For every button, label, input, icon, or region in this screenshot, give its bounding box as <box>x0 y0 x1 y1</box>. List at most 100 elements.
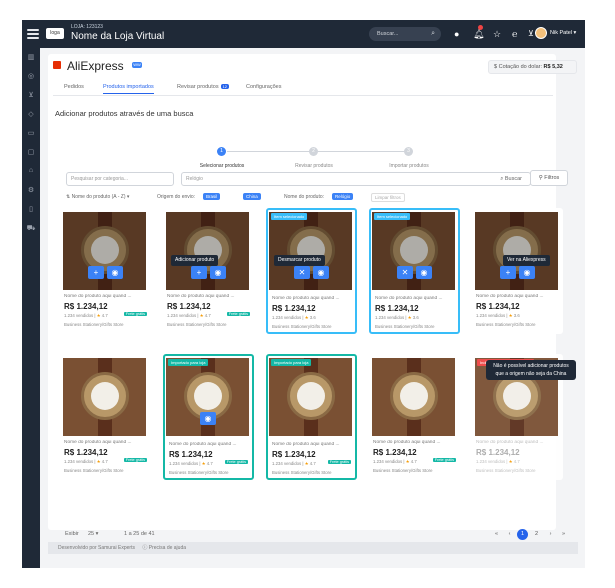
step-1-dot: 1 <box>217 147 226 156</box>
folder-icon[interactable]: ▭ <box>26 129 36 137</box>
product-name: Nome do produto aqui quand ... <box>476 440 544 445</box>
step-1-label: Selecionar produtos <box>199 163 245 169</box>
cart-icon[interactable]: ⊻ <box>26 91 36 99</box>
tab-pedidos[interactable]: Pedidos <box>64 84 84 90</box>
chip-relogio[interactable]: Relógio <box>332 193 354 200</box>
star-icon: ★ <box>407 315 412 320</box>
product-card[interactable]: + ◉ Adicionar produto Nome do produto aqui … <box>163 208 254 334</box>
tab-produtos-importados[interactable]: Produtos importados <box>103 84 154 94</box>
footer-dev: Desenvolvido por Samurai Experts <box>58 545 135 551</box>
status-icon[interactable]: ● <box>454 27 459 41</box>
avatar[interactable] <box>535 27 547 39</box>
seller-name: Business Stationery/Gifts Store <box>373 468 433 473</box>
star-icon: ★ <box>96 459 101 464</box>
product-image <box>63 358 146 436</box>
status-flag: Importado para loja <box>168 359 209 366</box>
product-search-input[interactable]: Relógio ⌕ Buscar <box>181 172 531 186</box>
tab-count: 12 <box>220 84 230 89</box>
home-icon[interactable]: ⌂ <box>26 167 36 174</box>
watch-icon <box>390 372 438 420</box>
view-button[interactable]: ◉ <box>200 412 216 425</box>
view-button[interactable]: ◉ <box>416 266 432 279</box>
per-page-select[interactable]: 25 ▾ <box>88 531 98 537</box>
image-overlay <box>372 212 455 290</box>
user-menu[interactable]: Nik Patel ▾ <box>550 30 576 36</box>
next-page-button[interactable]: › <box>545 529 556 540</box>
filters-button[interactable]: ⚲ Filtros <box>530 170 568 186</box>
monitor-icon[interactable]: ▢ <box>26 148 36 156</box>
image-overlay <box>475 212 558 290</box>
product-price: R$ 1.234,12 <box>167 302 211 311</box>
blocked-tooltip: Não é possível adicionar produtos que a … <box>486 360 576 380</box>
product-meta: 1.234 vendidos | ★ 4.7 <box>169 461 213 466</box>
tabs: Pedidos Produtos importados Revisar prod… <box>53 84 553 96</box>
product-image: + ◉ Ver na Aliexpress <box>475 212 558 290</box>
free-shipping-badge: Frete grátis <box>123 458 147 462</box>
seller-name: Business Stationery/Gifts Store <box>476 468 536 473</box>
view-button[interactable]: ◉ <box>519 266 535 279</box>
category-select[interactable]: Pesquisar por categoria... <box>66 172 174 186</box>
product-meta: 1.234 vendidos | ★ 4.7 <box>64 459 108 464</box>
currency-rate: $ Cotação do dolar: R$ 5,32 <box>488 60 577 74</box>
product-card[interactable]: Nome do produto aqui quand ... R$ 1.234,1… <box>369 354 460 480</box>
tab-revisar-produtos[interactable]: Revisar produtos 12 <box>177 84 230 90</box>
star-icon: ★ <box>508 459 513 464</box>
product-card[interactable]: ◉ Importado para loja Nome do produto aqui… <box>163 354 254 480</box>
view-button[interactable]: ◉ <box>107 266 123 279</box>
product-price: R$ 1.234,12 <box>64 448 108 457</box>
dashboard-icon[interactable]: ◎ <box>26 72 36 80</box>
view-button[interactable]: ◉ <box>210 266 226 279</box>
product-card[interactable]: ✕ ◉ Item selecionado Nome do produto aqui q… <box>369 208 460 334</box>
pagination: Exibir 25 ▾ 1 a 25 de 41 « ‹ 1 2 › » <box>60 529 565 542</box>
sort-select[interactable]: ⇅ Nome do produto (A - Z) ▾ <box>66 194 129 200</box>
star-icon[interactable]: ☆ <box>493 27 501 41</box>
product-card[interactable]: Nome do produto aqui quand ... R$ 1.234,1… <box>60 354 151 480</box>
view-button[interactable]: ◉ <box>313 266 329 279</box>
tag-icon[interactable]: ◇ <box>26 110 36 118</box>
first-page-button[interactable]: « <box>491 529 502 540</box>
notification-badge <box>478 25 483 30</box>
product-price: R$ 1.234,12 <box>476 448 520 457</box>
store-name: Nome da Loja Virtual <box>71 31 165 42</box>
product-name: Nome do produto aqui quand ... <box>169 442 237 447</box>
step-3-dot: 3 <box>404 147 413 156</box>
chip-china[interactable]: China <box>243 193 261 200</box>
product-image: Importado para loja <box>269 358 352 436</box>
chart-icon[interactable]: ▥ <box>26 53 36 61</box>
truck-icon[interactable]: ⛟ <box>26 224 36 233</box>
add-button[interactable]: + <box>191 266 207 279</box>
product-card[interactable]: + ◉ Ver na Aliexpress Nome do produto aqui … <box>472 208 563 334</box>
prev-page-button[interactable]: ‹ <box>504 529 515 540</box>
seller-name: Business Stationery/Gifts Store <box>64 322 124 327</box>
mobile-icon[interactable]: ▯ <box>26 205 36 213</box>
clear-filters-button[interactable]: Limpar filtros <box>371 193 405 202</box>
search-input[interactable]: Buscar... ⌕ <box>369 27 441 41</box>
help-link[interactable]: ⓘ Precisa de ajuda <box>142 545 186 551</box>
settings-icon[interactable]: ⚙ <box>26 186 36 194</box>
e-icon[interactable]: ℮ <box>512 27 517 41</box>
product-card[interactable]: ✕ ◉ Item selecionado Desmarcar produto Nome … <box>266 208 357 334</box>
product-meta: 1.234 vendidos | ★ 4.7 <box>272 461 316 466</box>
search-button[interactable]: ⌕ Buscar <box>500 173 522 185</box>
product-meta: 1.234 vendidos | ★ 4.7 <box>64 313 108 318</box>
top-bar: loga LOJA: 123123 Nome da Loja Virtual B… <box>22 20 585 48</box>
deselect-button[interactable]: ✕ <box>294 266 310 279</box>
cart-icon[interactable]: ⊻ <box>528 27 534 41</box>
product-image: ✕ ◉ Item selecionado Desmarcar produto <box>269 212 352 290</box>
page-2-button[interactable]: 2 <box>531 529 542 540</box>
menu-icon[interactable] <box>27 29 39 39</box>
filter-bar: Pesquisar por categoria... Relógio ⌕ Busc… <box>59 170 555 190</box>
add-button[interactable]: + <box>500 266 516 279</box>
last-page-button[interactable]: » <box>558 529 569 540</box>
origin-label: Origem do envio: <box>157 194 196 200</box>
product-card[interactable]: + ◉ Nome do produto aqui quand ... R$ 1.234… <box>60 208 151 334</box>
tab-configuracoes[interactable]: Configurações <box>246 84 281 90</box>
deselect-button[interactable]: ✕ <box>397 266 413 279</box>
free-shipping-badge: Frete grátis <box>226 312 250 316</box>
star-icon: ★ <box>199 313 204 318</box>
star-icon: ★ <box>96 313 101 318</box>
page-1-button[interactable]: 1 <box>517 529 528 540</box>
chip-brasil[interactable]: Brasil <box>203 193 221 200</box>
add-button[interactable]: + <box>88 266 104 279</box>
product-card[interactable]: Importado para loja Nome do produto aqui … <box>266 354 357 480</box>
